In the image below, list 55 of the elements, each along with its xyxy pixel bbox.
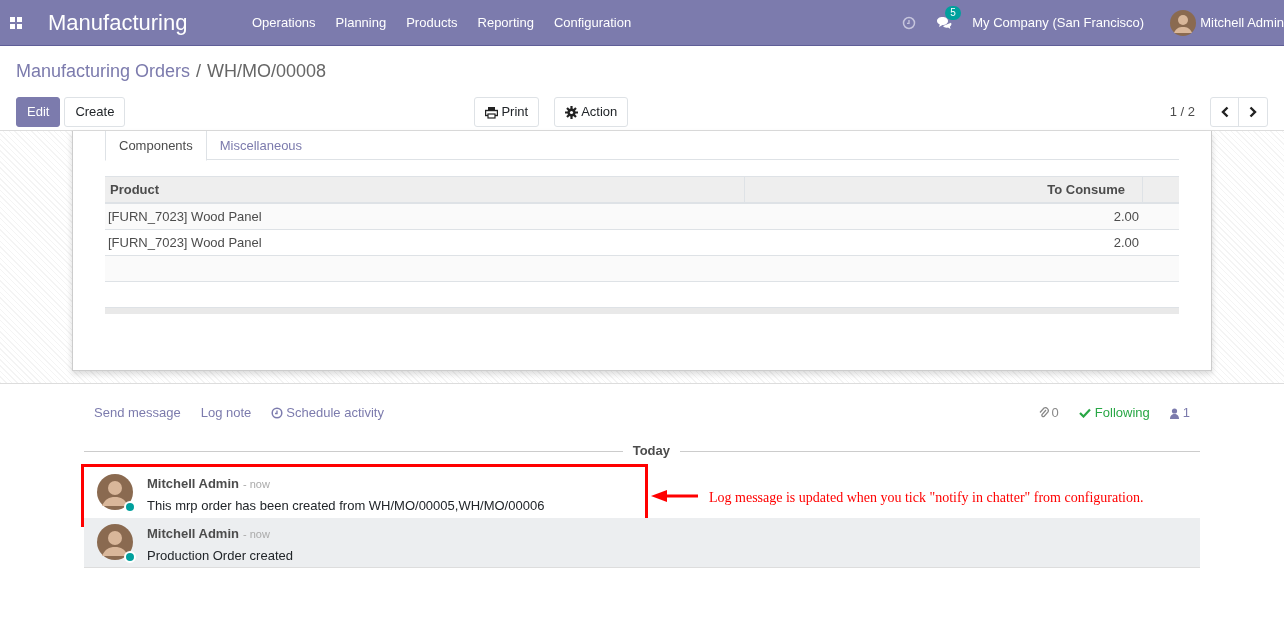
messages-button[interactable] (936, 15, 953, 30)
breadcrumb-link[interactable]: Manufacturing Orders (16, 58, 191, 85)
user-menu[interactable]: Mitchell Admin (1200, 12, 1284, 33)
attachments-button[interactable]: 0 (1038, 403, 1059, 423)
clock-icon (902, 15, 917, 30)
message-author: Mitchell Admin (147, 475, 239, 493)
chatter-action-link[interactable]: Schedule activity (271, 403, 384, 423)
person-icon (1169, 407, 1179, 419)
column-header[interactable]: To Consume (745, 177, 1143, 202)
menu-item[interactable]: Operations (242, 12, 326, 33)
toolbar-button[interactable]: Print (474, 97, 540, 127)
menu-item[interactable]: Products (396, 12, 468, 33)
message-body: Production Order created (147, 546, 293, 565)
tab[interactable]: Miscellaneous (206, 131, 316, 159)
annotation-note: Log message is updated when you tick "notify in chatter" from configuration. (709, 489, 1144, 507)
chatter-action-link[interactable]: Send message (94, 403, 181, 423)
gear-icon (565, 105, 579, 119)
following-button[interactable]: Following (1078, 403, 1150, 423)
form-button[interactable]: Edit (16, 97, 61, 127)
avatar-silhouette-icon (97, 474, 133, 510)
message-author: Mitchell Admin (147, 525, 239, 543)
clock-icon (271, 407, 284, 419)
arrow-drawing (651, 490, 699, 502)
chatter-action-link[interactable]: Log note (200, 403, 252, 423)
avatar-silhouette-icon (97, 524, 133, 560)
date-separator: Today (631, 442, 671, 461)
grid-icon (10, 16, 22, 29)
table-cell-text: 2.00 (1112, 207, 1139, 226)
menu-item[interactable]: Planning (325, 12, 397, 33)
pager-value: 1 / 2 (1169, 103, 1195, 122)
column-header[interactable]: Product (105, 177, 745, 202)
toolbar-button[interactable]: Action (554, 97, 629, 127)
followers-button[interactable]: 1 (1169, 403, 1190, 423)
chat-bubbles-icon (936, 15, 953, 30)
breadcrumb-current: WH/MO/00008 (207, 60, 327, 83)
company-switcher[interactable]: My Company (San Francisco) (972, 12, 1145, 33)
breadcrumb-separator: / (196, 60, 202, 83)
message-body: This mrp order has been created from WH/MO/00005,WH/MO/00006 (147, 496, 545, 515)
message-time: - now (242, 527, 270, 542)
menu-item[interactable]: Configuration (543, 12, 642, 33)
chevron-right-icon (1249, 106, 1257, 118)
app-title: Manufacturing (48, 9, 189, 37)
tab[interactable]: Components (105, 131, 207, 161)
avatar-silhouette-icon (1170, 9, 1197, 36)
table-cell-text: [FURN_7023] Wood Panel (107, 233, 263, 252)
table-cell-text: [FURN_7023] Wood Panel (107, 207, 263, 226)
checkmark-icon (1078, 408, 1091, 418)
chevron-left-icon (1220, 106, 1229, 118)
printer-icon (485, 105, 499, 119)
table-cell-text: 2.00 (1112, 233, 1139, 252)
form-button[interactable]: Create (64, 97, 126, 127)
message-time: - now (242, 477, 270, 492)
notification-badge: 5 (945, 5, 961, 20)
paperclip-icon (1038, 407, 1049, 419)
menu-item[interactable]: Reporting (467, 12, 544, 33)
